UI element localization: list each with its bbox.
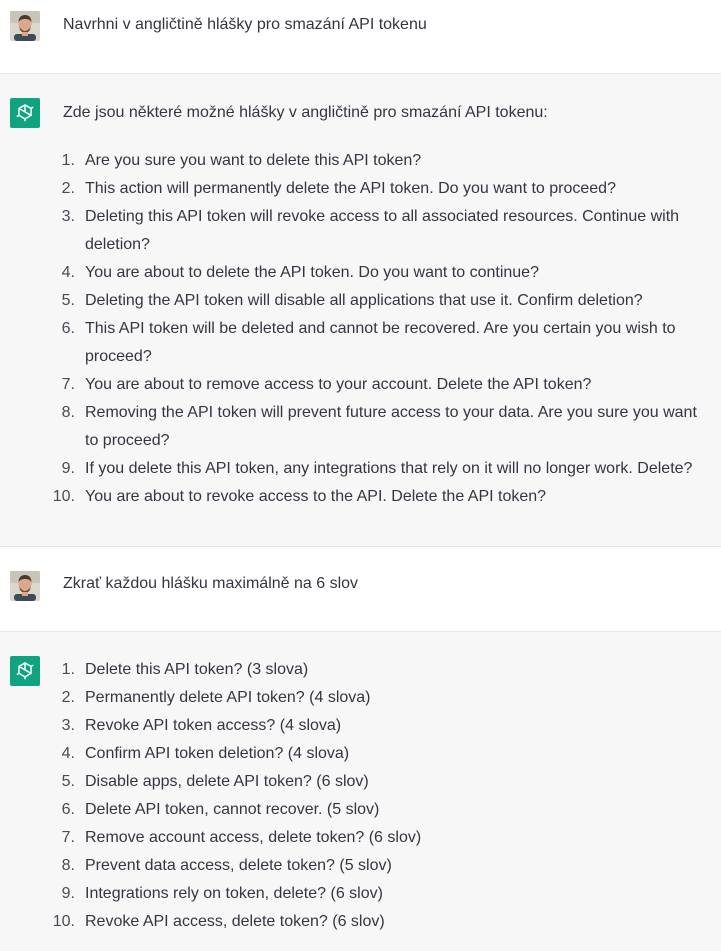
list-item-text: Deleting the API token will disable all …: [85, 292, 643, 309]
list-item-number: 2.: [61, 180, 75, 197]
list-item-text: Prevent data access, delete token? (5 sl…: [85, 857, 392, 874]
list-item-text: This action will permanently delete the …: [85, 180, 616, 197]
list-item: 2. This action will permanently delete th…: [0, 175, 721, 203]
list-item: 8. Removing the API token will prevent fu…: [0, 399, 721, 455]
list-item-text: Deleting this API token will revoke acce…: [85, 208, 680, 253]
list-item-number: 6.: [61, 320, 75, 337]
list-item-text: If you delete this API token, any integr…: [85, 460, 693, 477]
list-item-text: Delete this API token? (3 slova): [85, 661, 309, 678]
list-item-number: 5.: [61, 773, 75, 790]
suggestion-list: 1. Are you sure you want to delete this A…: [0, 147, 721, 511]
list-item-text: Remove account access, delete token? (6 …: [85, 829, 422, 846]
list-item-number: 1.: [61, 152, 75, 169]
list-item: 9. If you delete this API token, any inte…: [0, 455, 721, 483]
list-item-number: 7.: [61, 376, 75, 393]
list-item: 6. This API token will be deleted and can…: [0, 315, 721, 371]
list-item: 1. Delete this API token? (3 slova): [0, 656, 721, 684]
list-item: 6. Delete API token, cannot recover. (5 s…: [0, 796, 721, 824]
list-item-number: 7.: [61, 829, 75, 846]
user-message-1: Navrhni v angličtině hlášky pro smazání …: [0, 0, 721, 74]
list-item-number: 10.: [52, 913, 75, 930]
list-item: 3. Deleting this API token will revoke ac…: [0, 203, 721, 259]
list-item-number: 9.: [61, 885, 75, 902]
list-item-number: 6.: [61, 801, 75, 818]
user-avatar-icon: [10, 11, 40, 41]
list-item: 4. Confirm API token deletion? (4 slova): [0, 740, 721, 768]
list-item: 3. Revoke API token access? (4 slova): [0, 712, 721, 740]
list-item-number: 8.: [61, 857, 75, 874]
list-item: 10. You are about to revoke access to the…: [0, 483, 721, 511]
list-item-text: Integrations rely on token, delete? (6 s…: [85, 885, 383, 902]
list-item: 5. Disable apps, delete API token? (6 slo…: [0, 768, 721, 796]
list-item-number: 3.: [61, 208, 75, 225]
list-item-text: Permanently delete API token? (4 slova): [85, 689, 371, 706]
list-item: 9. Integrations rely on token, delete? (6…: [0, 880, 721, 908]
list-item: 4. You are about to delete the API token.…: [0, 259, 721, 287]
list-item-number: 9.: [61, 460, 75, 477]
list-item-text: Disable apps, delete API token? (6 slov): [85, 773, 369, 790]
list-item-number: 2.: [61, 689, 75, 706]
user-avatar-icon: [10, 571, 40, 601]
list-item-text: Revoke API access, delete token? (6 slov…: [85, 913, 385, 930]
assistant-intro-text: Zde jsou některé možné hlášky v angličti…: [63, 104, 548, 121]
user-message-text: Zkrať každou hlášku maximálně na 6 slov: [63, 575, 359, 592]
list-item-text: Confirm API token deletion? (4 slova): [85, 745, 350, 762]
assistant-message-1: Zde jsou některé možné hlášky v angličti…: [0, 74, 721, 547]
list-item-number: 1.: [61, 661, 75, 678]
list-item-number: 10.: [52, 488, 75, 505]
list-item: 7. You are about to remove access to your…: [0, 371, 721, 399]
user-message-2: Zkrať každou hlášku maximálně na 6 slov: [0, 547, 721, 632]
list-item-text: You are about to delete the API token. D…: [85, 264, 539, 281]
user-message-text: Navrhni v angličtině hlášky pro smazání …: [63, 16, 427, 33]
list-item-text: This API token will be deleted and canno…: [85, 320, 676, 365]
list-item-text: You are about to revoke access to the AP…: [85, 488, 547, 505]
assistant-message-2: 1. Delete this API token? (3 slova) 2. Per…: [0, 632, 721, 951]
list-item: 5. Deleting the API token will disable al…: [0, 287, 721, 315]
list-item-number: 4.: [61, 264, 75, 281]
list-item-text: Revoke API token access? (4 slova): [85, 717, 342, 734]
shortened-list: 1. Delete this API token? (3 slova) 2. Per…: [0, 656, 721, 936]
list-item: 7. Remove account access, delete token? (…: [0, 824, 721, 852]
list-item-text: Delete API token, cannot recover. (5 slo…: [85, 801, 380, 818]
list-item-text: You are about to remove access to your a…: [85, 376, 592, 393]
list-item-number: 5.: [61, 292, 75, 309]
list-item-number: 8.: [61, 404, 75, 421]
openai-logo-icon: [10, 98, 40, 128]
list-item-number: 4.: [61, 745, 75, 762]
list-item: 1. Are you sure you want to delete this A…: [0, 147, 721, 175]
list-item-text: Removing the API token will prevent futu…: [85, 404, 697, 449]
list-item-text: Are you sure you want to delete this API…: [85, 152, 422, 169]
list-item: 8. Prevent data access, delete token? (5 …: [0, 852, 721, 880]
list-item: 2. Permanently delete API token? (4 slova…: [0, 684, 721, 712]
list-item-number: 3.: [61, 717, 75, 734]
list-item: 10. Revoke API access, delete token? (6 s…: [0, 908, 721, 936]
